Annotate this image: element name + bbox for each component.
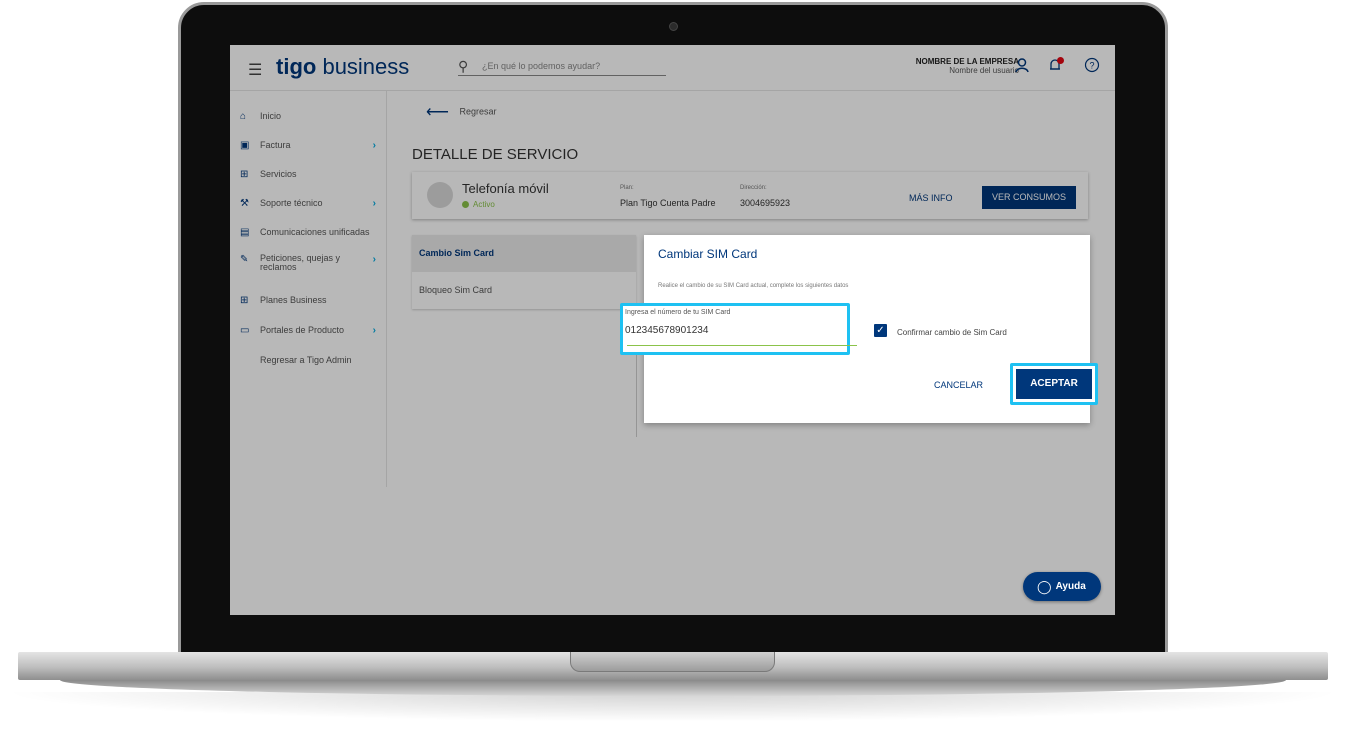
sidebar-item-label: Factura [260, 140, 291, 150]
confirm-checkbox-label[interactable]: Confirmar cambio de Sim Card [897, 328, 1007, 337]
chevron-right-icon: › [372, 325, 376, 336]
calendar-icon: ▤ [240, 227, 250, 238]
cancel-button[interactable]: CANCELAR [934, 380, 983, 390]
help-label: Ayuda [1055, 581, 1086, 593]
address-label: Dirección: [740, 185, 767, 191]
search-input[interactable]: ¿En qué lo podemos ayudar? [482, 61, 600, 71]
logo-suffix: business [322, 54, 410, 79]
sidebar-item-label: Peticiones, quejas y reclamos [260, 253, 341, 272]
notification-badge [1057, 57, 1064, 64]
sidebar-item-regresar-admin[interactable]: Regresar a Tigo Admin [240, 355, 380, 365]
sidebar-item-label: Comunicaciones unificadas [260, 227, 370, 237]
sidebar-item-planes[interactable]: ⊞ Planes Business [240, 295, 380, 306]
field-underline [627, 345, 857, 346]
accept-button-highlight[interactable]: ACEPTAR [1010, 363, 1098, 405]
webcam [669, 22, 678, 31]
sidebar-item-soporte[interactable]: ⚒ Soporte técnico › [240, 198, 380, 209]
screen: ☰ tigo business ⚲ ¿En qué lo podemos ayu… [230, 45, 1115, 615]
service-card: Telefonía móvil Activo Plan: Plan Tigo C… [412, 172, 1088, 219]
sim-number-input[interactable]: 012345678901234 [625, 325, 708, 336]
sidebar-item-servicios[interactable]: ⊞ Servicios [240, 169, 380, 180]
status-badge: Activo [462, 200, 495, 209]
logo[interactable]: tigo business [276, 54, 409, 80]
sidebar-item-label: Servicios [260, 169, 297, 179]
chevron-right-icon: › [372, 198, 376, 209]
accept-button[interactable]: ACEPTAR [1016, 369, 1092, 399]
change-sim-modal: Cambiar SIM Card Realice el cambio de su… [620, 235, 1098, 423]
more-info-button[interactable]: MÁS INFO [909, 193, 953, 203]
tools-icon: ⚒ [240, 198, 249, 209]
sidebar-item-label: Soporte técnico [260, 198, 323, 208]
sidebar-item-inicio[interactable]: ⌂ Inicio [240, 111, 380, 122]
sim-number-label: Ingresa el número de tu SIM Card [625, 309, 731, 316]
plan-label: Plan: [620, 185, 634, 191]
help-circle-icon[interactable]: ? [1083, 57, 1101, 75]
hamburger-menu-icon[interactable]: ☰ [248, 60, 262, 80]
avatar [427, 182, 453, 208]
chat-bubble-icon: ◯ [1037, 579, 1052, 594]
grid-icon: ⊞ [240, 169, 249, 180]
home-icon: ⌂ [240, 111, 247, 122]
sidebar-item-label: Regresar a Tigo Admin [260, 355, 352, 365]
tab-bloqueo-sim[interactable]: Bloqueo Sim Card [412, 272, 636, 309]
search-icon[interactable]: ⚲ [458, 58, 468, 75]
sidebar-item-comunicaciones[interactable]: ▤ Comunicaciones unificadas [240, 227, 380, 238]
edit-icon: ✎ [240, 254, 249, 265]
laptop-notch [570, 652, 775, 672]
account-info[interactable]: NOMBRE DE LA EMPRESA Nombre del usuario [916, 57, 1019, 75]
chevron-right-icon: › [372, 140, 376, 151]
sim-number-field[interactable]: Ingresa el número de tu SIM Card 0123456… [620, 303, 857, 355]
confirm-checkbox[interactable]: ✓ [874, 324, 887, 337]
sidebar-item-peticiones[interactable]: ✎ Peticiones, quejas y reclamos › [240, 254, 380, 272]
view-consumption-button[interactable]: VER CONSUMOS [982, 186, 1076, 209]
user-icon[interactable] [1013, 57, 1031, 75]
page-title: DETALLE DE SERVICIO [412, 146, 579, 163]
laptop-shadow [0, 692, 1345, 722]
sim-tabs: Cambio Sim Card Bloqueo Sim Card [412, 235, 636, 309]
back-label: Regresar [459, 106, 497, 117]
invoice-icon: ▣ [240, 140, 250, 151]
top-bar: ☰ tigo business ⚲ ¿En qué lo podemos ayu… [230, 45, 1115, 91]
svg-text:?: ? [1089, 61, 1094, 71]
arrow-left-icon: ⟵ [426, 104, 449, 121]
sidebar-item-factura[interactable]: ▣ Factura › [240, 140, 380, 151]
sidebar-item-label: Planes Business [260, 295, 327, 305]
plan-value: Plan Tigo Cuenta Padre [620, 198, 716, 208]
company-name: NOMBRE DE LA EMPRESA [915, 57, 1019, 66]
monitor-icon: ▭ [240, 325, 250, 336]
modal-description: Realice el cambio de su SIM Card actual,… [658, 283, 849, 289]
tab-cambio-sim[interactable]: Cambio Sim Card [412, 235, 636, 272]
status-dot-icon [462, 201, 469, 209]
sidebar-item-label: Inicio [260, 111, 282, 121]
address-value: 3004695923 [740, 198, 791, 208]
sidebar-item-label: Portales de Producto [260, 325, 345, 335]
help-chat-button[interactable]: ◯ Ayuda [1023, 572, 1101, 601]
user-name: Nombre del usuario [949, 66, 1019, 75]
back-link[interactable]: ⟵ Regresar [426, 102, 496, 122]
sidebar: ⌂ Inicio ▣ Factura › ⊞ Servicios ⚒ Sopor… [230, 91, 387, 487]
search-bar[interactable]: ⚲ ¿En qué lo podemos ayudar? [458, 58, 666, 76]
chevron-right-icon: › [372, 254, 376, 265]
logo-brand: tigo [276, 54, 317, 79]
grid-icon: ⊞ [240, 295, 249, 306]
modal-title: Cambiar SIM Card [658, 247, 758, 261]
service-name: Telefonía móvil [462, 181, 549, 196]
sidebar-item-portales[interactable]: ▭ Portales de Producto › [240, 325, 380, 336]
